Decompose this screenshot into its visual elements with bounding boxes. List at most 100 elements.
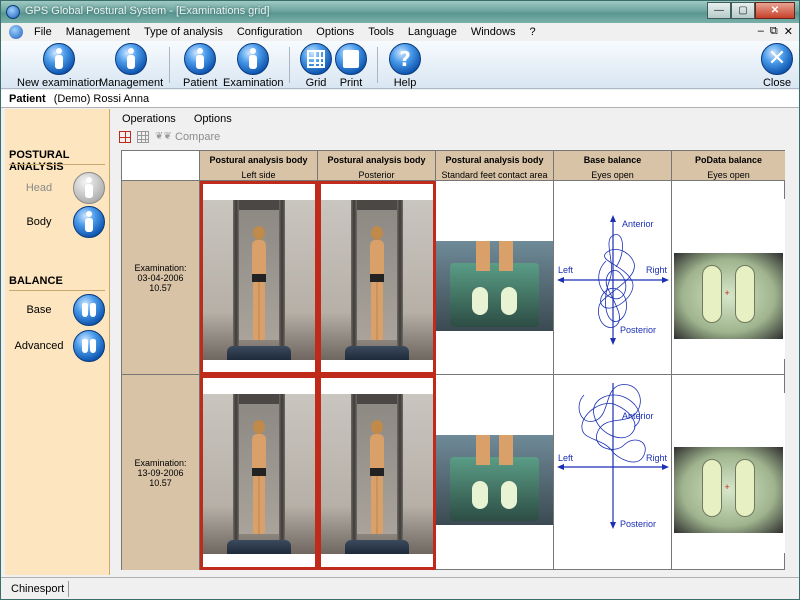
menu-panel-options[interactable]: Options xyxy=(187,111,239,127)
sway-path xyxy=(598,234,635,328)
left-side-photo-cell[interactable] xyxy=(200,375,318,570)
patient-name: (Demo) Rossi Anna xyxy=(53,92,150,105)
print-button[interactable]: Print xyxy=(335,43,367,89)
compare-button[interactable]: Compare xyxy=(175,131,220,143)
menu-options[interactable]: Options xyxy=(309,23,361,41)
title-bar[interactable]: GPS Global Postural System - [Examinatio… xyxy=(1,1,799,23)
person-icon xyxy=(115,43,148,75)
label-right: Right xyxy=(646,453,668,463)
mdi-controls: – ⧉ ✕ xyxy=(758,25,793,38)
column-header[interactable]: Postural analysis body Standard feet con… xyxy=(436,151,554,181)
toolbar-separator xyxy=(169,47,170,83)
body-photo xyxy=(203,200,315,360)
podata-balance-cell[interactable]: + xyxy=(672,181,785,375)
label-anterior: Anterior xyxy=(622,219,654,229)
posterior-photo-cell[interactable] xyxy=(318,181,436,375)
feet-photo xyxy=(436,393,553,553)
print-icon xyxy=(335,43,367,75)
label-posterior: Posterior xyxy=(620,519,656,529)
menu-operations[interactable]: Operations xyxy=(115,111,183,127)
person-icon xyxy=(237,43,270,75)
feet-contact-photo-cell[interactable] xyxy=(436,375,554,570)
menu-type-of-analysis[interactable]: Type of analysis xyxy=(137,23,230,41)
grid-3x3-icon[interactable] xyxy=(137,131,149,143)
stabilogram-chart: Anterior Posterior Left Right xyxy=(557,215,669,345)
sidebar-item-body[interactable]: Body xyxy=(5,203,110,241)
row-header[interactable]: Examination: 13-09-2006 10.57 xyxy=(122,375,200,570)
podata-photo: + xyxy=(672,393,785,553)
panel-menu: Operations Options xyxy=(115,111,239,127)
head-icon xyxy=(73,172,105,204)
posterior-photo-cell[interactable] xyxy=(318,375,436,570)
column-header[interactable]: Postural analysis body Posterior xyxy=(318,151,436,181)
sidebar-item-base[interactable]: Base xyxy=(5,291,110,329)
examinations-panel: Operations Options ❦❦ Compare Postural a… xyxy=(111,109,799,575)
sidebar-divider xyxy=(9,164,105,165)
mdi-minimize-icon[interactable]: – xyxy=(758,25,764,38)
help-button[interactable]: ? Help xyxy=(389,43,421,89)
sidebar: POSTURAL ANALYSIS Head Body BALANCE Base… xyxy=(5,109,110,575)
body-photo xyxy=(321,394,433,554)
grid-corner xyxy=(122,151,200,181)
feet-contact-photo-cell[interactable] xyxy=(436,181,554,375)
window-title: GPS Global Postural System - [Examinatio… xyxy=(25,5,270,17)
column-header[interactable]: Base balance Eyes open xyxy=(554,151,672,181)
app-logo-icon xyxy=(6,5,20,19)
toolbar: New examination Management Patient Exami… xyxy=(1,41,799,89)
stabilogram-chart: Anterior Posterior Left Right xyxy=(557,383,669,529)
menu-file[interactable]: File xyxy=(27,23,59,41)
sway-path xyxy=(578,384,646,463)
examinations-grid: Postural analysis body Left side Postura… xyxy=(121,150,785,570)
help-icon: ? xyxy=(389,43,421,75)
column-header[interactable]: Postural analysis body Left side xyxy=(200,151,318,181)
patient-button[interactable]: Patient xyxy=(183,43,217,89)
podata-balance-cell[interactable]: + xyxy=(672,375,785,570)
body-icon xyxy=(73,206,105,238)
window-controls: — ▢ ✕ xyxy=(707,2,795,19)
feet-icon xyxy=(73,330,105,362)
window-close-button[interactable]: ✕ xyxy=(755,2,795,19)
menu-language[interactable]: Language xyxy=(401,23,464,41)
grid-icon xyxy=(300,43,332,75)
base-balance-cell[interactable]: Anterior Posterior Left Right xyxy=(554,375,672,570)
management-button[interactable]: Management xyxy=(99,43,163,89)
app-window: GPS Global Postural System - [Examinatio… xyxy=(0,0,800,600)
feet-photo xyxy=(436,199,553,359)
compare-people-icon[interactable]: ❦❦ xyxy=(155,131,172,143)
status-bar: Chinesport xyxy=(1,577,799,599)
sidebar-item-advanced[interactable]: Advanced xyxy=(5,327,110,365)
body-photo xyxy=(321,200,433,360)
status-text: Chinesport xyxy=(7,581,70,597)
sidebar-item-head: Head xyxy=(5,169,110,207)
menu-help[interactable]: ? xyxy=(522,23,542,41)
label-posterior: Posterior xyxy=(620,325,656,335)
label-left: Left xyxy=(558,453,574,463)
app-menu-icon[interactable] xyxy=(9,25,23,39)
grid-button[interactable]: Grid xyxy=(300,43,332,89)
base-balance-cell[interactable]: Anterior Posterior Left Right xyxy=(554,181,672,375)
examination-button[interactable]: Examination xyxy=(223,43,284,89)
label-right: Right xyxy=(646,265,668,275)
label-anterior: Anterior xyxy=(622,411,654,421)
mdi-close-icon[interactable]: ✕ xyxy=(784,25,793,38)
close-icon: ✕ xyxy=(761,43,793,75)
mdi-restore-icon[interactable]: ⧉ xyxy=(770,25,778,38)
menu-tools[interactable]: Tools xyxy=(361,23,401,41)
menu-windows[interactable]: Windows xyxy=(464,23,523,41)
new-examination-button[interactable]: New examination xyxy=(17,43,101,89)
left-side-photo-cell[interactable] xyxy=(200,181,318,375)
person-icon xyxy=(184,43,217,75)
row-header[interactable]: Examination: 03-04-2006 10.57 xyxy=(122,181,200,375)
minimize-button[interactable]: — xyxy=(707,2,731,19)
podata-photo: + xyxy=(672,199,785,359)
menu-configuration[interactable]: Configuration xyxy=(230,23,309,41)
grid-2x2-icon[interactable] xyxy=(119,131,131,143)
menu-management[interactable]: Management xyxy=(59,23,137,41)
maximize-button[interactable]: ▢ xyxy=(731,2,755,19)
body-photo xyxy=(203,394,315,554)
column-header[interactable]: PoData balance Eyes open xyxy=(672,151,785,181)
person-icon xyxy=(43,43,76,75)
label-left: Left xyxy=(558,265,574,275)
close-button[interactable]: ✕ Close xyxy=(761,43,793,89)
patient-bar: Patient (Demo) Rossi Anna xyxy=(1,90,799,108)
